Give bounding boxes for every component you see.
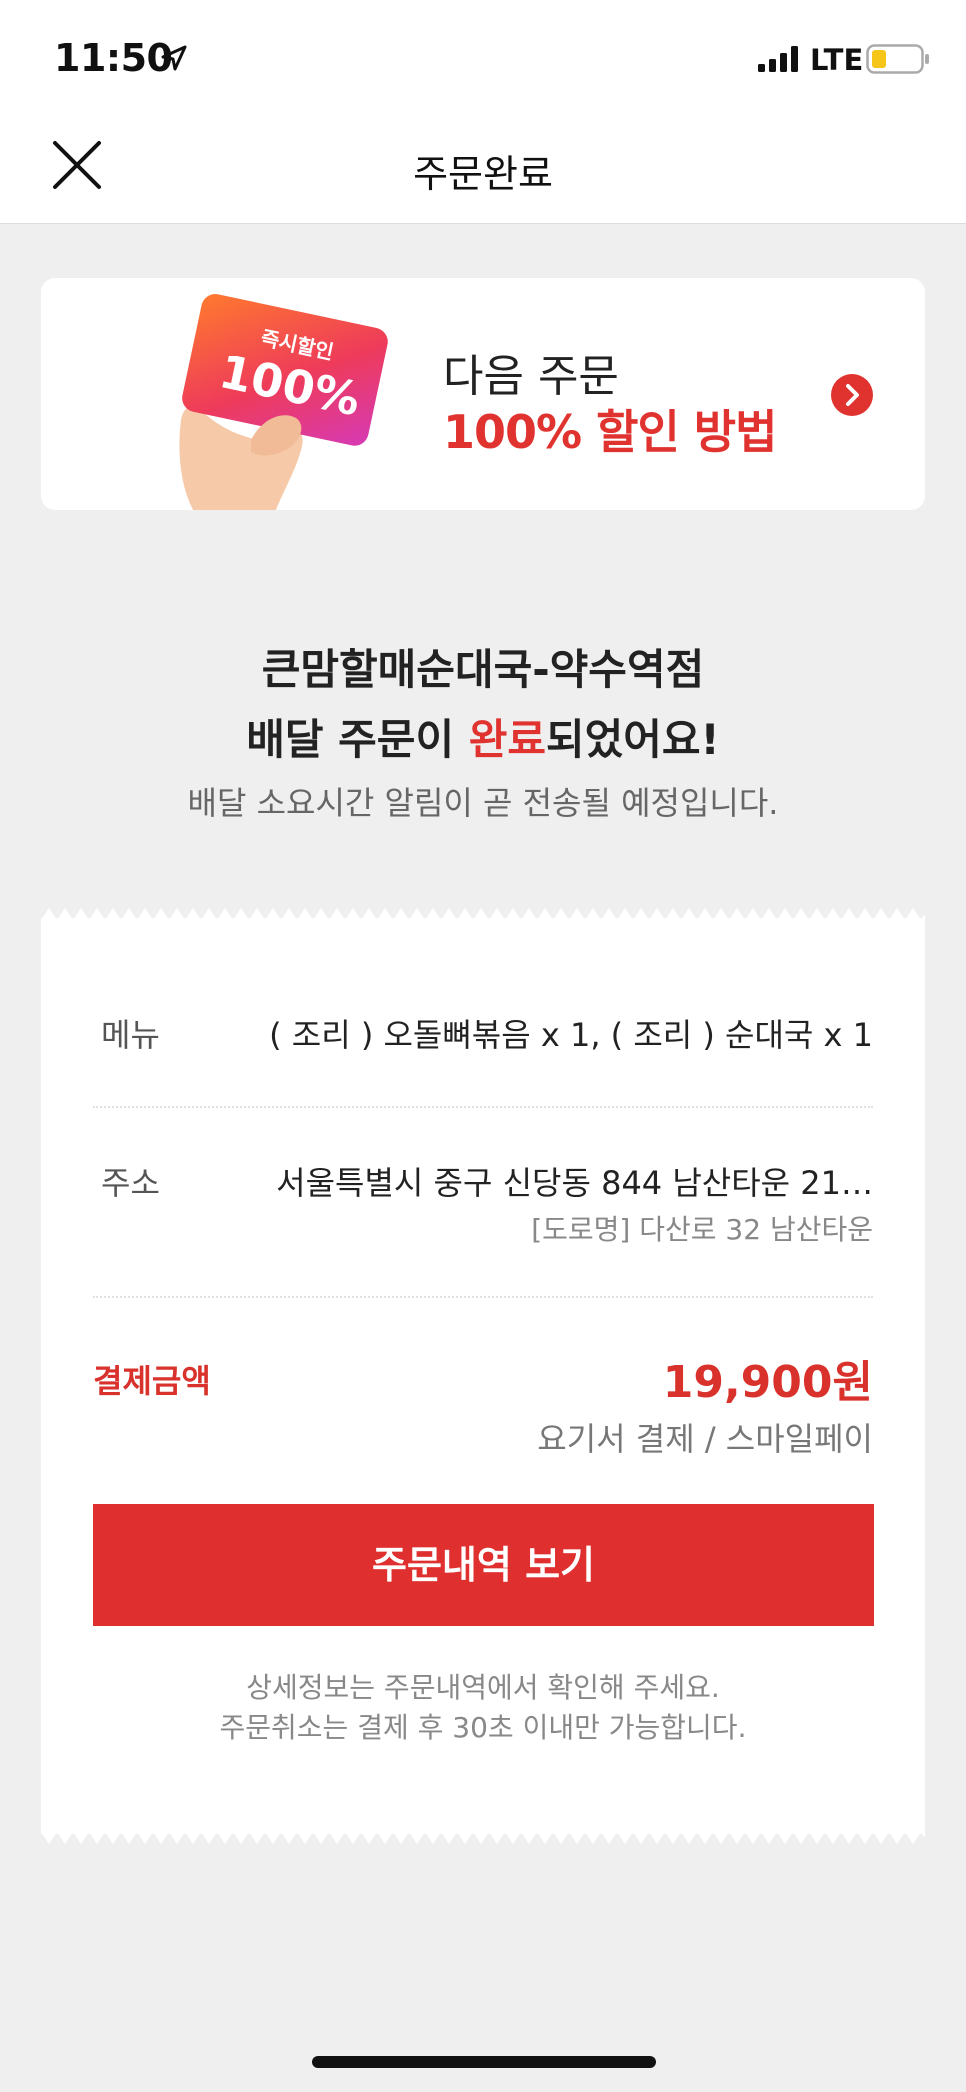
page-title: 주문완료	[413, 152, 553, 196]
address-value: 서울특별시 중구 신당동 844 남산타운 21…	[276, 1164, 873, 1202]
help-text-line1: 상세정보는 주문내역에서 확인해 주세요.	[246, 1671, 720, 1704]
home-indicator	[312, 2056, 656, 2068]
menu-value: ( 조리 ) 오돌뼈볶음 x 1, ( 조리 ) 순대국 x 1	[269, 1016, 873, 1054]
network-label: LTE	[810, 43, 864, 77]
promo-line1: 다음 주문	[443, 351, 619, 402]
receipt-zigzag-bottom	[41, 1832, 925, 1844]
signal-bars-icon	[758, 46, 798, 72]
address-label: 주소	[101, 1164, 160, 1202]
battery-icon	[866, 44, 929, 74]
payment-amount: 19,900원	[662, 1357, 873, 1408]
delivery-time-notice: 배달 소요시간 알림이 곧 전송될 예정입니다.	[187, 784, 779, 822]
promo-line2: 100% 할인 방법	[443, 405, 777, 459]
store-name: 큰맘할매순대국-약수역점	[261, 645, 705, 694]
receipt-zigzag-top	[41, 908, 925, 920]
discount-card-hand-image: 즉시할인 100%	[179, 294, 388, 510]
help-text-line2: 주문취소는 결제 후 30초 이내만 가능합니다.	[219, 1711, 747, 1744]
chevron-right-circle-icon[interactable]	[831, 374, 873, 416]
completion-message-prefix: 배달 주문이	[246, 715, 469, 764]
completion-message: 배달 주문이 완료되었어요!	[0, 706, 966, 767]
receipt-divider	[93, 1106, 873, 1108]
payment-method: 요기서 결제 / 스마일페이	[537, 1420, 873, 1458]
address-road: [도로명] 다산로 32 남산타운	[531, 1213, 873, 1246]
nav-bar: 주문완료	[0, 118, 966, 224]
location-arrow-icon	[161, 45, 187, 71]
status-bar: 11:50 LTE	[0, 0, 966, 118]
payment-label: 결제금액	[93, 1362, 211, 1400]
status-time: 11:50	[54, 36, 173, 80]
receipt-divider	[93, 1296, 873, 1298]
promo-banner[interactable]: 즉시할인 100% 다음 주문 100% 할인 방법	[41, 278, 925, 510]
menu-label: 메뉴	[101, 1016, 160, 1054]
completion-message-suffix: 되었어요!	[546, 715, 720, 764]
completion-highlight: 완료	[468, 715, 546, 764]
order-receipt: 메뉴 ( 조리 ) 오돌뼈볶음 x 1, ( 조리 ) 순대국 x 1 주소 서…	[41, 908, 925, 1844]
order-history-button[interactable]: 주문내역 보기	[93, 1504, 874, 1626]
